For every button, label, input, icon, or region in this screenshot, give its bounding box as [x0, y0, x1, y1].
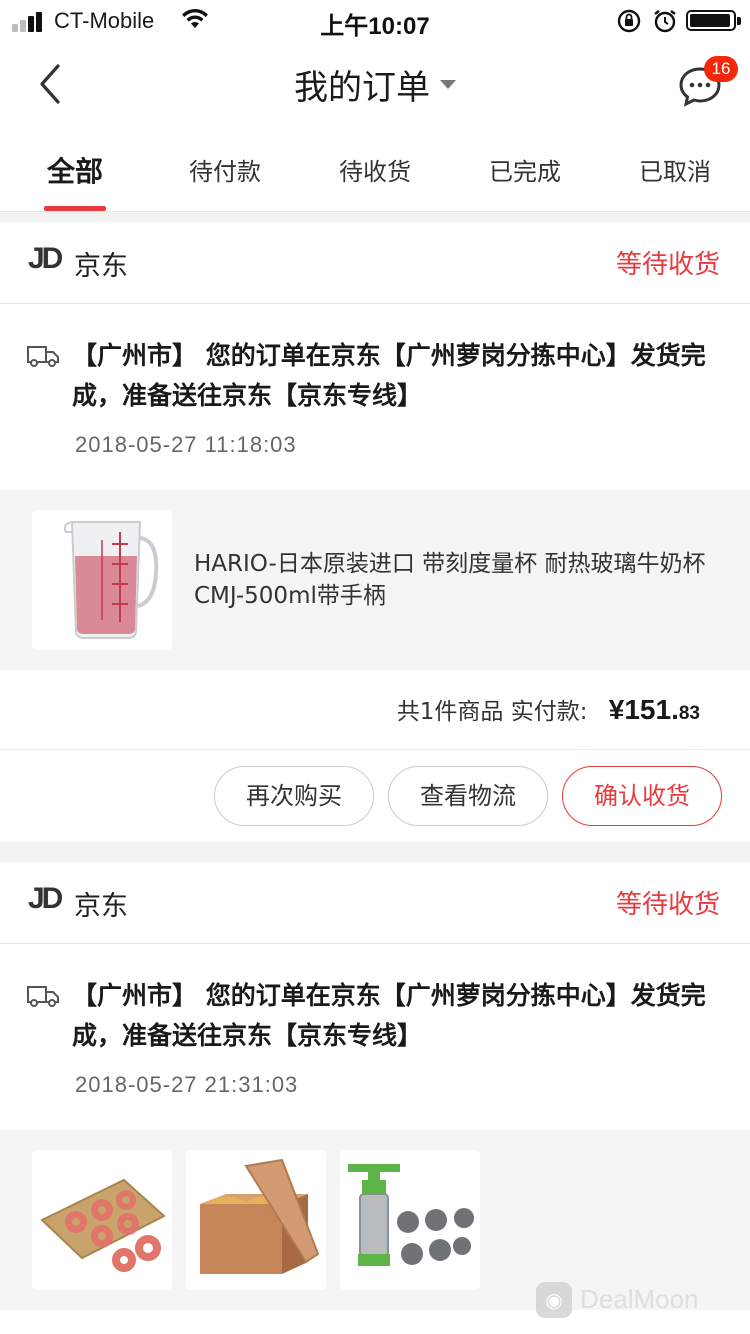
order-actions: 再次购买 查看物流 确认收货 — [0, 750, 750, 844]
shop-name: 京东 — [74, 251, 128, 282]
product-image — [32, 1150, 172, 1290]
product-row[interactable] — [0, 1130, 750, 1310]
battery-icon — [686, 10, 741, 31]
order-total: 共1件商品 实付款: ¥151.83 — [397, 692, 700, 726]
truck-icon — [27, 986, 59, 1007]
tab-all[interactable]: 全部 — [0, 150, 150, 190]
order-status: 等待收货 — [615, 890, 720, 920]
rotation-lock-icon — [617, 9, 641, 33]
view-logistics-button[interactable]: 查看物流 — [388, 766, 548, 826]
tracking-text: 【广州市】 您的订单在京东【广州萝岗分拣中心】发货完成，准备送往京东【京东专线】 — [72, 981, 706, 1050]
tracking-info[interactable]: 【广州市】 您的订单在京东【广州萝岗分拣中心】发货完成，准备送往京东【京东专线】… — [0, 944, 750, 1130]
tracking-time: 2018-05-27 11:18:03 — [75, 432, 297, 457]
tab-cancelled[interactable]: 已取消 — [600, 152, 750, 187]
product-row[interactable]: HARIO-日本原装进口 带刻度量杯 耐热玻璃牛奶杯 CMJ-500ml带手柄 — [0, 490, 750, 670]
paid-amount: ¥151.83 — [608, 694, 700, 725]
product-name: HARIO-日本原装进口 带刻度量杯 耐热玻璃牛奶杯 CMJ-500ml带手柄 — [194, 551, 706, 609]
order-status: 等待收货 — [615, 250, 720, 280]
order-card[interactable]: JD 京东 等待收货 【广州市】 您的订单在京东【广州萝岗分拣中心】发货完成，准… — [0, 222, 750, 842]
order-type-dropdown[interactable]: 我的订单 — [0, 60, 750, 109]
paid-label: 实付款: — [510, 699, 588, 725]
dealmoon-logo-icon: ◉ — [536, 1282, 572, 1318]
order-card[interactable]: JD 京东 等待收货 【广州市】 您的订单在京东【广州萝岗分拣中心】发货完成，准… — [0, 862, 750, 1334]
tab-completed[interactable]: 已完成 — [450, 152, 600, 187]
item-count: 共1件商品 — [396, 699, 504, 725]
buy-again-button[interactable]: 再次购买 — [214, 766, 374, 826]
status-bar: CT-Mobile 上午10:07 — [0, 0, 750, 40]
caret-down-icon — [440, 80, 456, 89]
jd-logo: JD — [28, 242, 63, 275]
tab-pending-payment[interactable]: 待付款 — [150, 152, 300, 187]
message-badge: 16 — [704, 56, 738, 82]
jd-logo: JD — [28, 882, 63, 915]
tab-pending-receipt[interactable]: 待收货 — [300, 152, 450, 187]
product-image — [340, 1150, 480, 1290]
nav-bar: 我的订单 16 — [0, 40, 750, 130]
alarm-icon — [654, 10, 676, 33]
shop-row[interactable]: JD 京东 等待收货 — [0, 862, 750, 944]
tracking-time: 2018-05-27 21:31:03 — [75, 1072, 299, 1097]
product-image — [186, 1150, 326, 1290]
order-total-row: 共1件商品 实付款: ¥151.83 — [0, 670, 750, 750]
product-image — [32, 510, 172, 650]
shop-row[interactable]: JD 京东 等待收货 — [0, 222, 750, 304]
watermark-text: DealMoon — [580, 1284, 699, 1314]
order-tabs: 全部 待付款 待收货 已完成 已取消 — [0, 130, 750, 212]
tracking-text: 【广州市】 您的订单在京东【广州萝岗分拣中心】发货完成，准备送往京东【京东专线】 — [72, 341, 706, 410]
active-tab-indicator — [44, 206, 106, 211]
confirm-receipt-button[interactable]: 确认收货 — [562, 766, 722, 826]
truck-icon — [27, 346, 59, 367]
shop-name: 京东 — [74, 891, 128, 922]
page-title: 我的订单 — [294, 68, 430, 108]
tracking-info[interactable]: 【广州市】 您的订单在京东【广州萝岗分拣中心】发货完成，准备送往京东【京东专线】… — [0, 304, 750, 490]
